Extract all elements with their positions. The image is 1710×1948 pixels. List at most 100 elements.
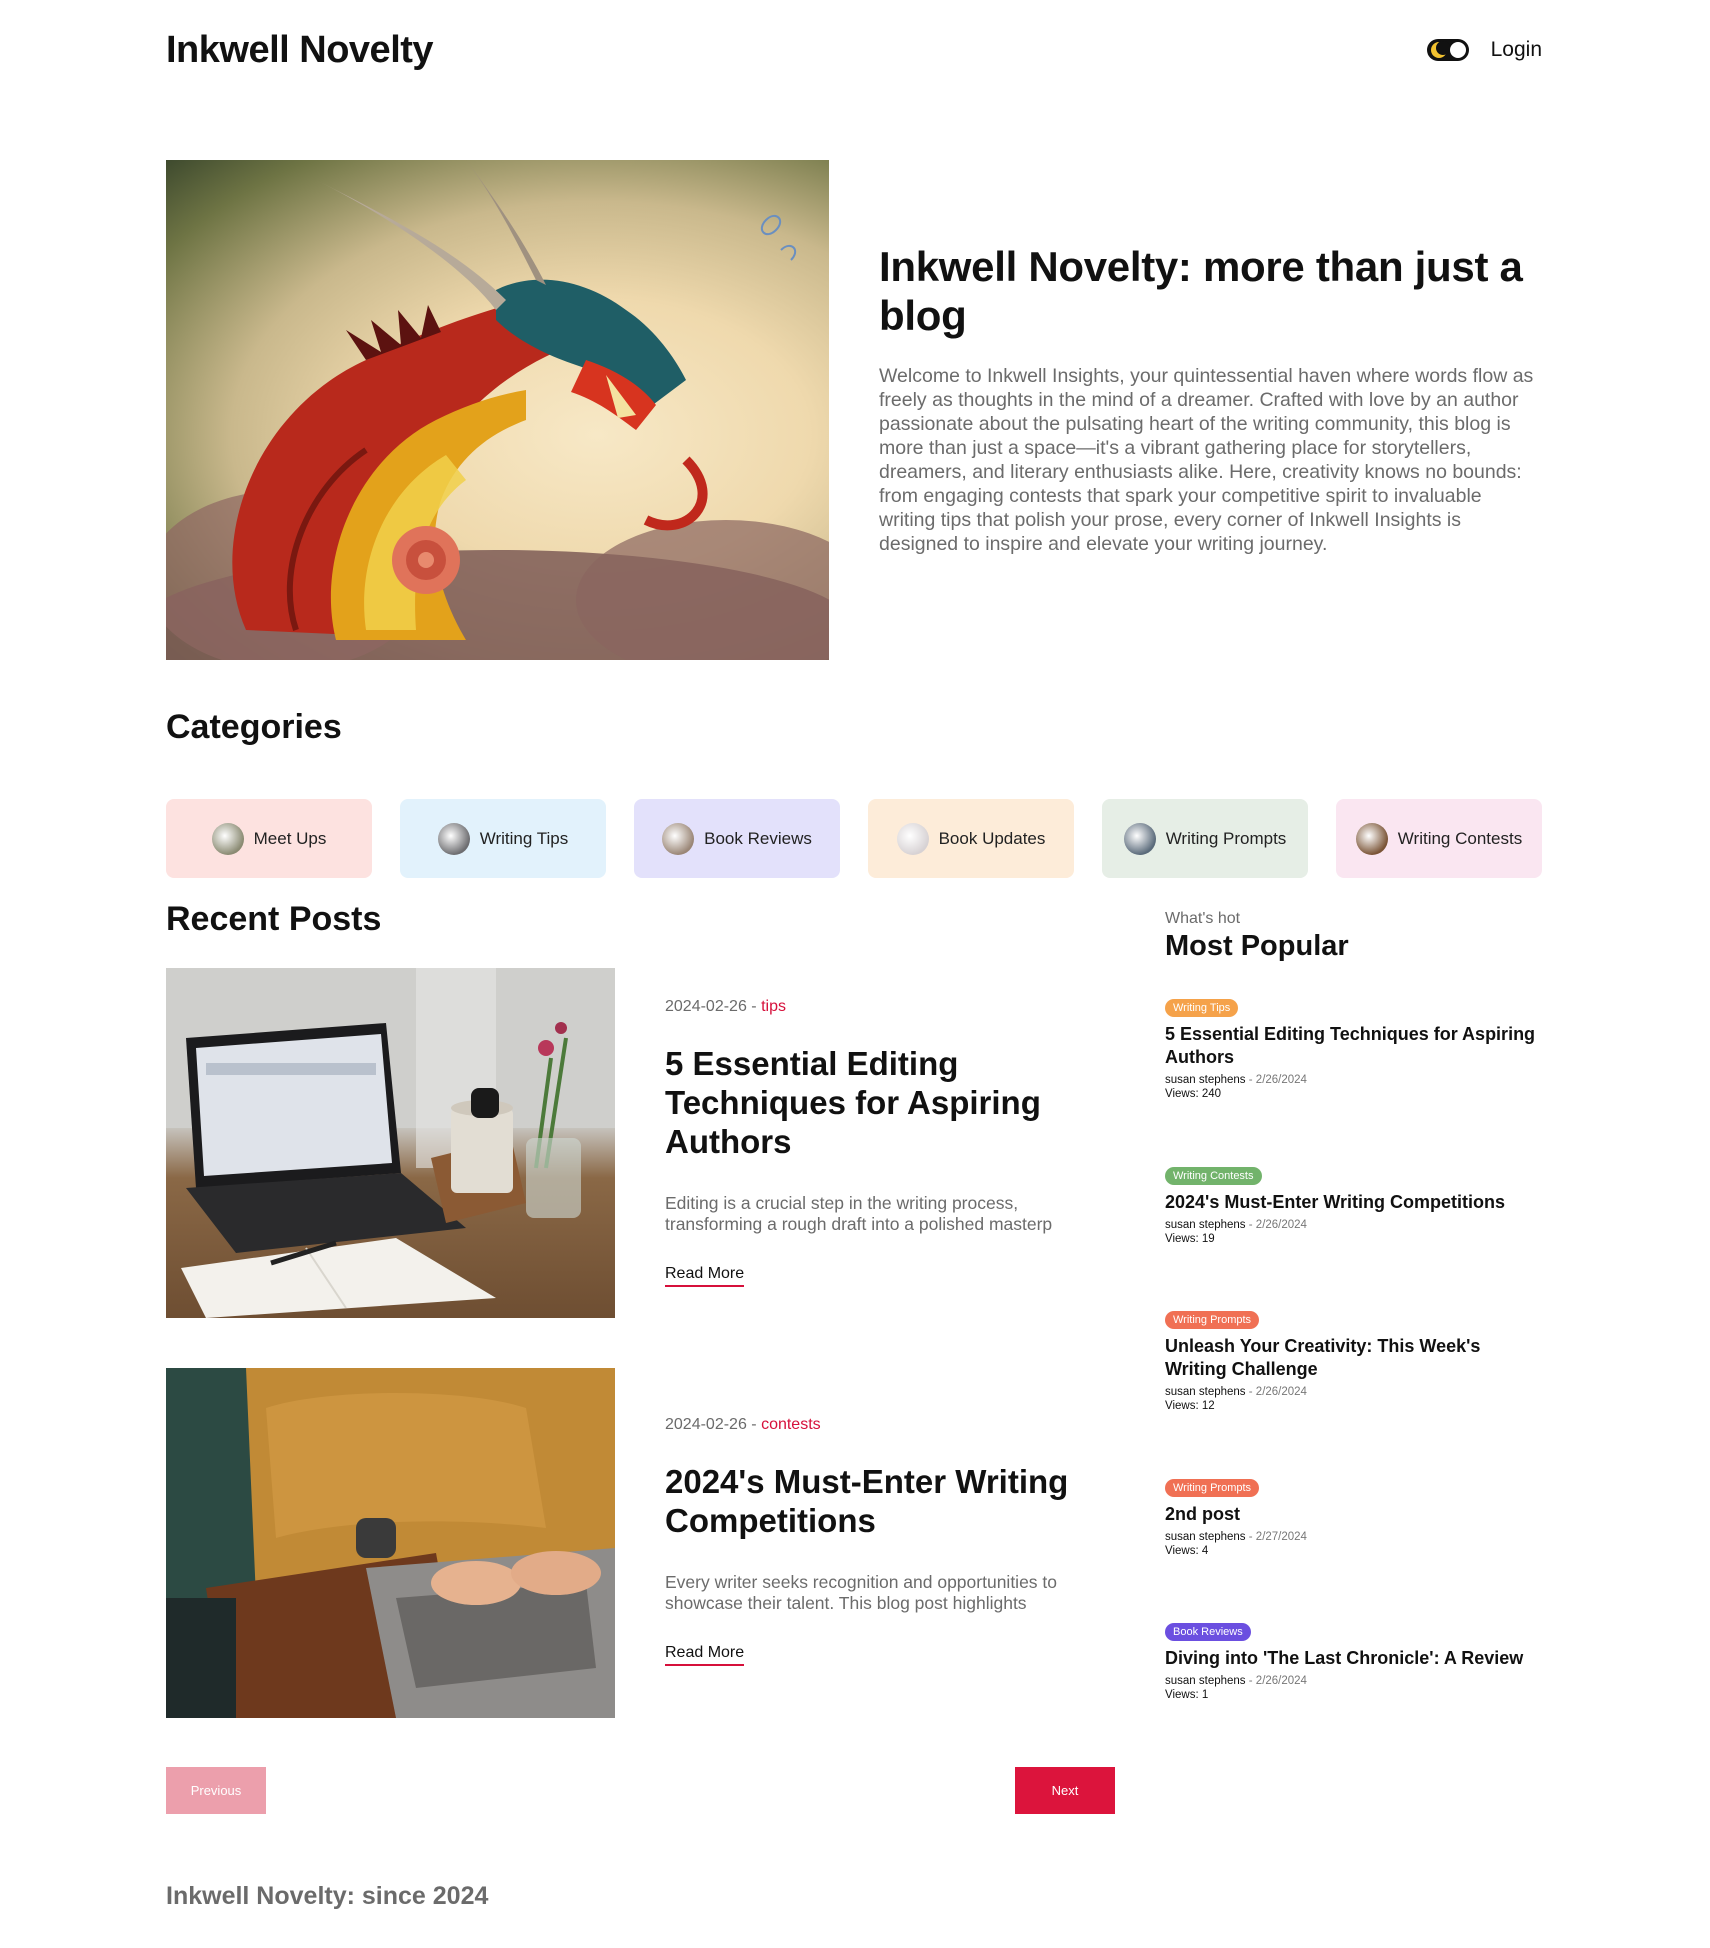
popular-post-title[interactable]: 2024's Must-Enter Writing Competitions: [1165, 1191, 1545, 1214]
category-thumbnail: [1355, 822, 1388, 855]
meta-separator: -: [1245, 1074, 1256, 1086]
categories-heading: Categories: [166, 708, 342, 746]
category-label: Writing Prompts: [1165, 828, 1287, 848]
popular-author: susan stephens: [1165, 1219, 1246, 1231]
hero-text: Inkwell Novelty: more than just a blog W…: [879, 160, 1542, 660]
category-label: Writing Tips: [479, 828, 569, 848]
post-title[interactable]: 2024's Must-Enter Writing Competitions: [665, 1462, 1115, 1540]
post-image-typing[interactable]: [166, 1368, 615, 1718]
popular-item: Writing Prompts 2nd post susan stephens - …: [1165, 1478, 1545, 1558]
popular-post-title[interactable]: 5 Essential Editing Techniques for Aspir…: [1165, 1023, 1545, 1069]
previous-button[interactable]: Previous: [166, 1767, 266, 1814]
category-writing-tips[interactable]: Writing Tips: [400, 799, 606, 878]
post-excerpt-line: Editing is a crucial step in the writing…: [665, 1193, 1019, 1213]
popular-post-title[interactable]: Unleash Your Creativity: This Week's Wri…: [1165, 1335, 1545, 1381]
read-more-link[interactable]: Read More: [665, 1644, 745, 1666]
popular-category-badge[interactable]: Writing Prompts: [1165, 1479, 1260, 1497]
post-image-laptop[interactable]: [166, 968, 615, 1318]
popular-post-title[interactable]: 2nd post: [1165, 1503, 1545, 1526]
site-header: Inkwell Novelty Login: [166, 0, 1542, 100]
category-writing-contests[interactable]: Writing Contests: [1336, 799, 1542, 878]
popular-views: Views: 1: [1165, 1689, 1209, 1701]
post-date: 2024-02-26: [665, 1416, 747, 1433]
popular-views: Views: 4: [1165, 1545, 1209, 1557]
header-actions: Login: [1426, 38, 1542, 62]
sidebar-title: Most Popular: [1165, 930, 1349, 962]
post-date: 2024-02-26: [665, 998, 747, 1015]
meta-separator: -: [1245, 1386, 1256, 1398]
popular-date: 2/26/2024: [1255, 1386, 1307, 1398]
popular-item: Writing Contests 2024's Must-Enter Writin…: [1165, 1166, 1545, 1246]
popular-author: susan stephens: [1165, 1386, 1246, 1398]
popular-author: susan stephens: [1165, 1074, 1246, 1086]
sidebar-kicker: What's hot: [1165, 910, 1241, 927]
post-category-link[interactable]: contests: [761, 1416, 821, 1433]
popular-item: Writing Tips 5 Essential Editing Techniqu…: [1165, 998, 1545, 1101]
category-label: Meet Ups: [253, 828, 327, 848]
popular-date: 2/26/2024: [1255, 1219, 1307, 1231]
most-popular-sidebar: What's hot Most Popular Writing Tips 5 Es…: [1165, 910, 1545, 1701]
popular-item: Book Reviews Diving into 'The Last Chroni…: [1165, 1622, 1545, 1702]
meta-separator: -: [1245, 1675, 1256, 1687]
site-logo[interactable]: Inkwell Novelty: [166, 29, 434, 72]
meta-separator: -: [746, 998, 762, 1015]
popular-post-meta: susan stephens - 2/27/2024: [1165, 1530, 1545, 1544]
category-thumbnail: [662, 822, 695, 855]
popular-post-meta: susan stephens - 2/26/2024: [1165, 1073, 1545, 1087]
popular-post-meta: susan stephens - 2/26/2024: [1165, 1674, 1545, 1688]
post-card: 2024-02-26 - tips 5 Essential Editing Te…: [166, 968, 1116, 1318]
hero-section: Inkwell Novelty: more than just a blog W…: [166, 160, 1542, 660]
category-meet-ups[interactable]: Meet Ups: [166, 799, 372, 878]
popular-post-meta: susan stephens - 2/26/2024: [1165, 1385, 1545, 1399]
post-meta: 2024-02-26 - contests: [665, 1416, 1115, 1434]
popular-date: 2/27/2024: [1255, 1531, 1307, 1543]
post-excerpt-line: transforming a rough draft into a polish…: [665, 1214, 1053, 1234]
meta-separator: -: [1245, 1219, 1256, 1231]
popular-post-title[interactable]: Diving into 'The Last Chronicle': A Revi…: [1165, 1647, 1545, 1670]
popular-views: Views: 19: [1165, 1233, 1215, 1245]
post-excerpt: Editing is a crucial step in the writing…: [665, 1193, 1115, 1235]
hero-dragon-image: [166, 160, 829, 660]
popular-category-badge[interactable]: Book Reviews: [1165, 1623, 1251, 1641]
popular-date: 2/26/2024: [1255, 1675, 1307, 1687]
popular-author: susan stephens: [1165, 1531, 1246, 1543]
post-excerpt-line: Every writer seeks recognition and oppor…: [665, 1572, 1058, 1592]
category-thumbnail: [211, 822, 244, 855]
moon-toggle-icon[interactable]: [1426, 39, 1469, 61]
moon-icon: [1430, 41, 1450, 58]
post-card: 2024-02-26 - contests 2024's Must-Enter …: [166, 1368, 1116, 1718]
post-excerpt-line: showcase their talent. This blog post hi…: [665, 1593, 1027, 1613]
popular-views: Views: 240: [1165, 1088, 1222, 1100]
post-category-link[interactable]: tips: [761, 998, 786, 1015]
post-title[interactable]: 5 Essential Editing Techniques for Aspir…: [665, 1044, 1115, 1161]
category-thumbnail: [437, 822, 470, 855]
popular-date: 2/26/2024: [1255, 1074, 1307, 1086]
next-button[interactable]: Next: [1015, 1767, 1115, 1814]
read-more-link[interactable]: Read More: [665, 1265, 745, 1287]
category-label: Book Updates: [938, 828, 1046, 848]
footer-text: Inkwell Novelty: since 2024: [166, 1882, 489, 1910]
login-link[interactable]: Login: [1491, 38, 1542, 62]
post-body: 2024-02-26 - contests 2024's Must-Enter …: [665, 1368, 1115, 1718]
popular-category-badge[interactable]: Writing Contests: [1165, 1167, 1262, 1185]
hero-title: Inkwell Novelty: more than just a blog: [879, 243, 1523, 339]
popular-author: susan stephens: [1165, 1675, 1246, 1687]
category-label: Writing Contests: [1397, 828, 1523, 848]
toggle-knob: [1449, 42, 1466, 58]
category-book-updates[interactable]: Book Updates: [868, 799, 1074, 878]
category-thumbnail: [896, 822, 929, 855]
popular-category-badge[interactable]: Writing Tips: [1165, 999, 1239, 1017]
meta-separator: -: [746, 1416, 762, 1433]
post-body: 2024-02-26 - tips 5 Essential Editing Te…: [665, 968, 1115, 1318]
post-excerpt: Every writer seeks recognition and oppor…: [665, 1572, 1115, 1614]
popular-category-badge[interactable]: Writing Prompts: [1165, 1311, 1260, 1329]
hero-description: Welcome to Inkwell Insights, your quinte…: [879, 365, 1534, 555]
post-meta: 2024-02-26 - tips: [665, 998, 1115, 1016]
categories-list: Meet Ups Writing Tips Book Reviews Book Upd…: [166, 799, 1542, 878]
popular-post-meta: susan stephens - 2/26/2024: [1165, 1218, 1545, 1232]
category-writing-prompts[interactable]: Writing Prompts: [1102, 799, 1308, 878]
meta-separator: -: [1245, 1531, 1256, 1543]
popular-item: Writing Prompts Unleash Your Creativity: …: [1165, 1310, 1545, 1413]
popular-views: Views: 12: [1165, 1400, 1215, 1412]
category-book-reviews[interactable]: Book Reviews: [634, 799, 840, 878]
